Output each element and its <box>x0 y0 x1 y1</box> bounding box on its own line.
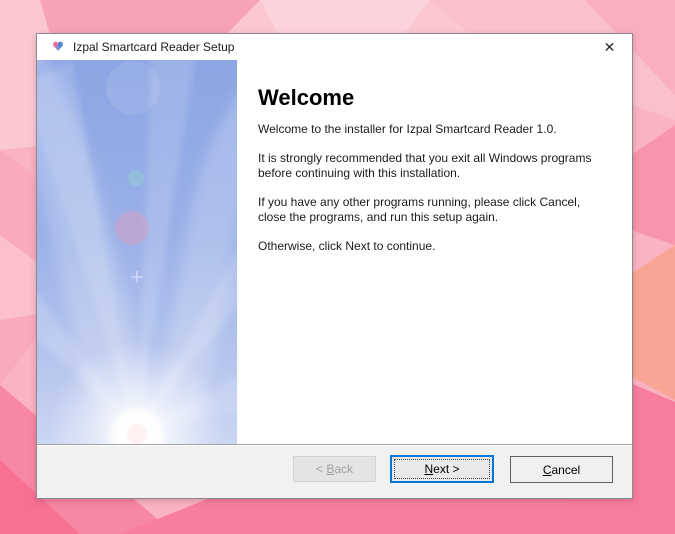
cancel-instruction-text: If you have any other programs running, … <box>258 195 581 224</box>
button-bar: < Back Next > Cancel <box>37 444 632 498</box>
titlebar[interactable]: Izpal Smartcard Reader Setup ✕ <box>37 34 632 60</box>
cancel-button[interactable]: Cancel <box>510 456 613 483</box>
close-icon: ✕ <box>603 39 616 55</box>
wizard-body: Welcome Welcome to the installer for Izp… <box>37 60 632 444</box>
setup-wizard-window: Izpal Smartcard Reader Setup ✕ Welcome W… <box>36 33 633 499</box>
close-button[interactable]: ✕ <box>587 34 632 60</box>
welcome-text: Welcome to the installer for Izpal Smart… <box>258 122 557 136</box>
cancel-button-label-post: ancel <box>551 462 581 477</box>
wizard-banner-image <box>37 60 237 444</box>
wizard-content: Welcome Welcome to the installer for Izp… <box>237 60 632 444</box>
back-button-label-pre: < <box>315 462 327 476</box>
next-button[interactable]: Next > <box>390 455 494 483</box>
next-button-label-post: ext > <box>433 462 460 476</box>
page-title: Welcome <box>258 85 355 110</box>
heart-icon <box>50 39 66 55</box>
next-button-accel: N <box>424 462 434 476</box>
back-button[interactable]: < Back <box>293 456 376 482</box>
recommendation-text: It is strongly recommended that you exit… <box>258 151 592 180</box>
back-button-label-post: ack <box>334 462 354 476</box>
next-instruction-text: Otherwise, click Next to continue. <box>258 239 436 253</box>
window-title: Izpal Smartcard Reader Setup <box>73 40 235 54</box>
